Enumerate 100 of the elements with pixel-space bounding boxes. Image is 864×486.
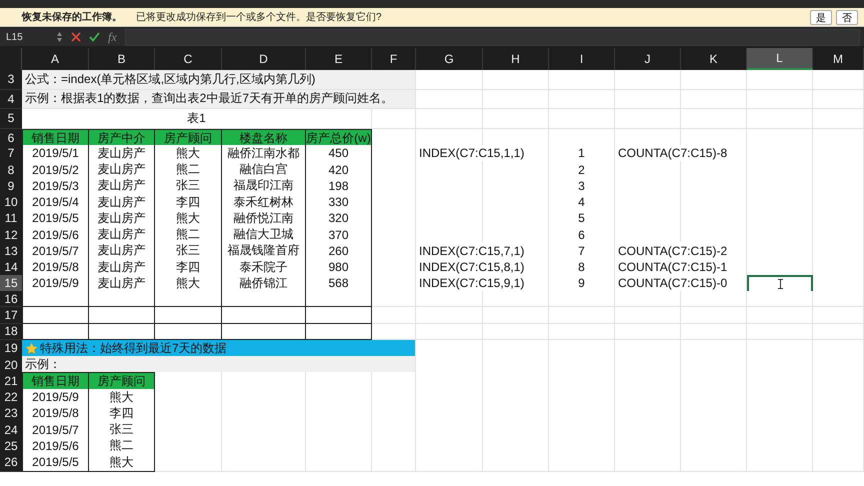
column-header[interactable]: M: [813, 48, 864, 70]
note-text: 示例：: [25, 356, 61, 373]
recovery-title: 恢复未保存的工作簿。: [22, 10, 122, 24]
row-header[interactable]: 17: [0, 307, 22, 324]
table-cell: 泰禾红树林: [234, 194, 294, 210]
column-header[interactable]: A: [22, 48, 89, 70]
table-cell: 麦山房产: [98, 144, 146, 162]
table-cell: 麦山房产: [98, 274, 146, 292]
column-heading: 销售日期: [32, 130, 80, 146]
column-header[interactable]: D: [222, 48, 306, 70]
check-icon[interactable]: [89, 32, 100, 42]
table-cell: 420: [328, 162, 349, 176]
cell-text: COUNTA(C7:C15)-0: [618, 276, 728, 290]
table-cell: 熊大: [176, 210, 200, 227]
table-cell: 2019/5/1: [32, 146, 79, 160]
table-cell: 熊二: [176, 161, 200, 178]
table-cell: 260: [328, 244, 349, 258]
table-cell: 融信大卫城: [234, 226, 294, 243]
table-cell: 麦山房产: [98, 242, 146, 260]
column-header[interactable]: K: [681, 48, 747, 70]
column-header[interactable]: C: [155, 48, 222, 70]
table-cell: 李四: [176, 194, 200, 210]
note-text: 示例：根据表1的数据，查询出表2中最近7天有开单的房产顾问姓名。: [25, 90, 394, 108]
column-heading: 销售日期: [32, 373, 80, 390]
table-cell: 融侨悦江南: [234, 210, 294, 227]
column-heading: 房产顾问: [98, 373, 146, 390]
cell-text: 1: [578, 146, 585, 160]
function-button[interactable]: fx: [108, 30, 117, 44]
column-header[interactable]: H: [483, 48, 549, 70]
table-cell: 麦山房产: [98, 177, 146, 194]
recovery-button[interactable]: 否: [836, 10, 858, 24]
table-cell: 熊大: [176, 144, 200, 162]
table-cell: 2019/5/6: [32, 228, 79, 242]
star-icon: [25, 342, 38, 355]
cancel-icon[interactable]: [71, 32, 81, 42]
table-cell: 泰禾院子: [240, 258, 288, 276]
recovery-button[interactable]: 是: [810, 10, 832, 24]
table-cell: 2019/5/8: [32, 406, 79, 420]
text-cursor-icon: [778, 278, 782, 289]
cell-text: 9: [578, 276, 585, 290]
row-header[interactable]: 25: [0, 437, 22, 456]
table-cell: 198: [328, 178, 349, 193]
column-header[interactable]: B: [89, 48, 155, 70]
table-cell: 麦山房产: [98, 258, 146, 276]
cell-text: COUNTA(C7:C15)-8: [618, 146, 728, 160]
column-heading: 房产总价(w): [306, 130, 371, 146]
row-header[interactable]: 9: [0, 177, 22, 196]
table-cell: 2019/5/5: [32, 211, 79, 226]
table-cell: 福晟印江南: [234, 177, 294, 194]
cell-text: 5: [578, 211, 585, 226]
cell-text: 8: [578, 260, 585, 274]
table-cell: 熊大: [110, 388, 134, 406]
row-header[interactable]: 5: [0, 109, 22, 128]
column-heading: 房产中介: [98, 130, 146, 146]
table-cell: 熊大: [176, 274, 200, 292]
row-header[interactable]: 3: [0, 70, 22, 90]
table-cell: 麦山房产: [98, 161, 146, 178]
table-cell: 2019/5/5: [32, 455, 79, 469]
name-box[interactable]: L15: [4, 32, 48, 42]
select-all-corner[interactable]: [0, 48, 22, 70]
cell-text: COUNTA(C7:C15)-1: [618, 260, 728, 274]
table-cell: 李四: [176, 258, 200, 276]
column-header[interactable]: F: [372, 48, 416, 70]
formula-input[interactable]: [124, 28, 860, 46]
table-cell: 2019/5/2: [32, 162, 79, 176]
table-cell: 融侨锦江: [240, 274, 288, 292]
cell-text: INDEX(C7:C15,9,1): [419, 276, 524, 290]
column-header[interactable]: J: [615, 48, 681, 70]
table-cell: 熊二: [176, 226, 200, 243]
table-cell: 福晟钱隆首府: [228, 242, 300, 260]
table-cell: 370: [328, 228, 349, 242]
table-cell: 张三: [176, 177, 200, 194]
table-cell: 2019/5/9: [32, 390, 79, 404]
cell-text: COUNTA(C7:C15)-2: [618, 244, 728, 258]
row-header[interactable]: 26: [0, 454, 22, 472]
note-text: 公式：=index(单元格区域,区域内第几行,区域内第几列): [25, 70, 316, 88]
table-cell: 2019/5/7: [32, 244, 79, 258]
table-cell: 融侨江南水都: [228, 144, 300, 162]
table-cell: 320: [328, 211, 349, 226]
table-cell: 熊二: [110, 437, 134, 454]
cell-text: 4: [578, 195, 585, 209]
column-header[interactable]: L: [747, 48, 813, 70]
column-header[interactable]: I: [549, 48, 615, 70]
table-cell: 568: [328, 276, 349, 290]
column-header[interactable]: G: [416, 48, 483, 70]
stepper-icon[interactable]: [56, 31, 63, 43]
column-heading: 楼盘名称: [240, 130, 288, 146]
column-header[interactable]: E: [306, 48, 372, 70]
row-header[interactable]: 13: [0, 242, 22, 260]
table-caption: 表1: [187, 110, 206, 127]
table-cell: 450: [328, 146, 349, 160]
table-cell: 2019/5/7: [32, 422, 79, 436]
table-cell: 熊大: [110, 454, 134, 470]
table-cell: 麦山房产: [98, 226, 146, 243]
cell-text: 7: [578, 244, 585, 258]
table-cell: 2019/5/8: [32, 260, 79, 274]
row-header[interactable]: 18: [0, 324, 22, 340]
row-header[interactable]: 4: [0, 90, 22, 109]
row-header[interactable]: 16: [0, 291, 22, 308]
table-cell: 张三: [110, 421, 134, 438]
